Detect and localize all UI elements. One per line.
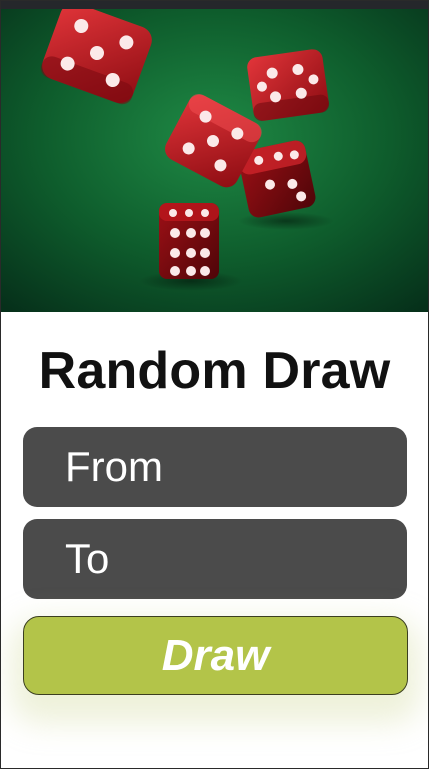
dice-image (1, 9, 428, 312)
page-title: Random Draw (38, 342, 391, 400)
app-screen: Random Draw Draw (0, 0, 429, 769)
hero-image (1, 9, 428, 312)
to-field[interactable] (23, 519, 407, 599)
draw-button[interactable]: Draw (23, 616, 408, 695)
status-bar (1, 1, 428, 9)
from-field[interactable] (23, 427, 407, 507)
